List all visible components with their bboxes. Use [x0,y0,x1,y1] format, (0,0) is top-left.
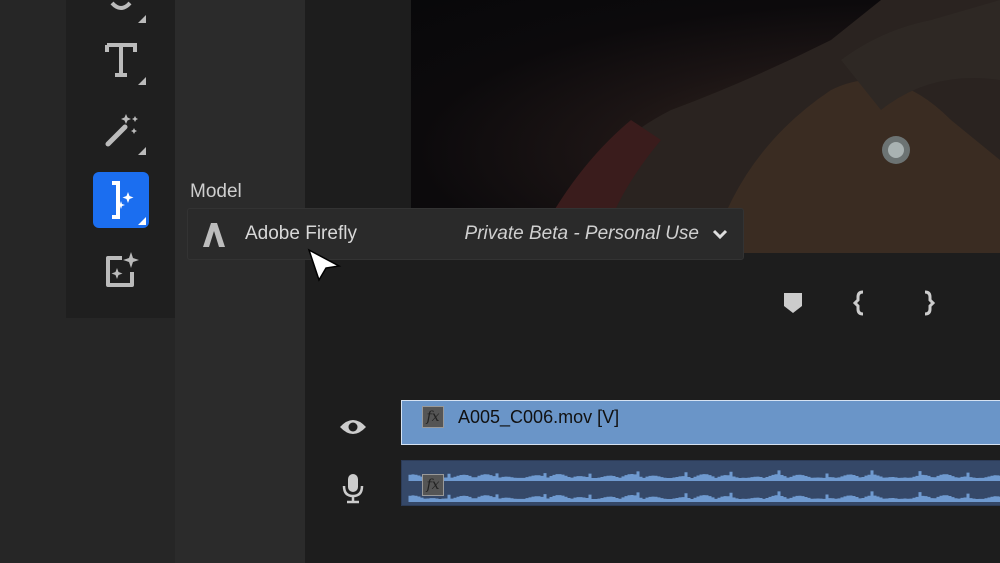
fx-badge: fx [422,406,444,428]
generative-extend-icon [112,181,134,219]
model-name: Adobe Firefly [245,223,357,244]
microphone-icon[interactable] [341,472,365,504]
properties-panel [175,0,305,563]
generative-image-icon [106,252,139,287]
magic-wand-icon [105,114,138,147]
model-label: Model [190,181,242,202]
clip-name: A005_C006.mov [V] [458,407,620,427]
partial-tool[interactable] [93,0,149,26]
marker-icon[interactable] [782,290,804,316]
chevron-down-icon[interactable] [711,227,729,241]
generative-extend-tool[interactable] [93,172,149,228]
video-clip[interactable]: fx A005_C006.mov [V] [401,400,1000,445]
mark-out-icon[interactable] [920,290,936,316]
eye-icon[interactable] [338,416,368,438]
mark-in-icon[interactable] [852,290,868,316]
fx-badge: fx [422,474,444,496]
partial-tool-icon [110,1,132,10]
generative-image-tool[interactable] [93,242,149,298]
model-dropdown[interactable]: Adobe Firefly Private Beta - Personal Us… [187,208,744,260]
type-tool-icon [105,43,137,77]
adobe-firefly-logo-icon [203,223,225,247]
magic-wand-tool[interactable] [93,102,149,158]
mouse-cursor-icon [307,248,342,282]
model-detail: Private Beta - Personal Use [464,223,699,244]
audio-clip[interactable]: fx [401,460,1000,506]
audio-waveform [408,470,1000,502]
type-tool[interactable] [93,32,149,88]
waveform-path [408,470,1000,502]
toolbar [66,0,175,318]
